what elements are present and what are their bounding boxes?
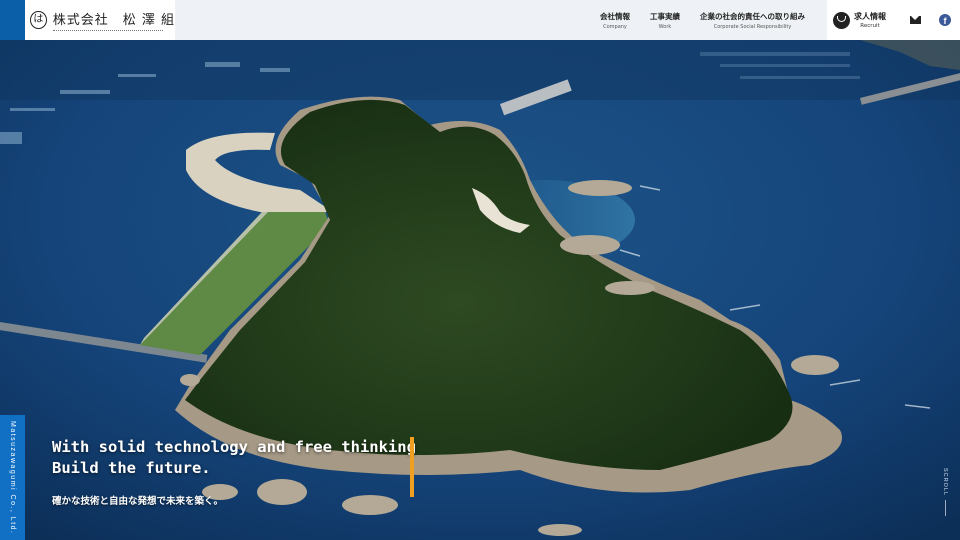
nav-item-company[interactable]: 会社情報 Company — [600, 11, 630, 30]
recruit-label: 求人情報 — [854, 12, 886, 21]
tagline-accent-bar — [410, 437, 414, 497]
tagline-japanese: 確かな技術と自由な発想で未来を築く。 — [52, 496, 224, 507]
company-side-tab: Matsuzawagumi Co., Ltd. — [0, 415, 25, 540]
facebook-icon: f — [939, 14, 951, 26]
scroll-line — [944, 500, 946, 517]
tagline-english: With solid technology and free thinking … — [52, 438, 416, 477]
contact-mail-button[interactable] — [900, 0, 930, 40]
hero-tagline: With solid technology and free thinking … — [52, 437, 416, 507]
nav-item-label: 企業の社会的責任への取り組み — [700, 11, 805, 21]
mail-icon — [909, 16, 921, 24]
nav-item-csr[interactable]: 企業の社会的責任への取り組み Corporate Social Responsi… — [700, 11, 805, 30]
nav-item-label: 会社情報 — [600, 11, 630, 21]
site-logo[interactable]: は 株式会社 松 澤 組 — [0, 0, 175, 40]
facebook-button[interactable]: f — [930, 0, 960, 40]
recruit-button[interactable]: 求人情報 Recruit — [827, 0, 900, 40]
global-nav: 会社情報 Company 工事実績 Work 企業の社会的責任への取り組み Co… — [600, 0, 960, 40]
nav-item-work[interactable]: 工事実績 Work — [650, 11, 680, 30]
scroll-indicator[interactable]: SCROLL — [942, 468, 948, 517]
nav-item-sublabel: Work — [658, 23, 672, 30]
nav-item-sublabel: Company — [603, 23, 627, 30]
nav-item-label: 工事実績 — [650, 11, 680, 21]
logo-text: 株式会社 松 澤 組 — [52, 9, 175, 32]
company-english-name: Matsuzawagumi Co., Ltd. — [9, 420, 16, 535]
logo-mark-icon: は — [30, 11, 47, 29]
recruit-text: 求人情報 Recruit — [854, 11, 886, 29]
recruit-sublabel: Recruit — [860, 23, 880, 29]
company-name: 株式会社 松 澤 組 — [52, 12, 175, 28]
recruit-smile-icon — [833, 11, 850, 29]
scroll-label: SCROLL — [942, 468, 948, 497]
nav-item-sublabel: Corporate Social Responsibility — [713, 23, 792, 30]
site-header: は 株式会社 松 澤 組 会社情報 Company 工事実績 Work 企業の社… — [0, 0, 960, 40]
logo-underline — [52, 29, 163, 32]
